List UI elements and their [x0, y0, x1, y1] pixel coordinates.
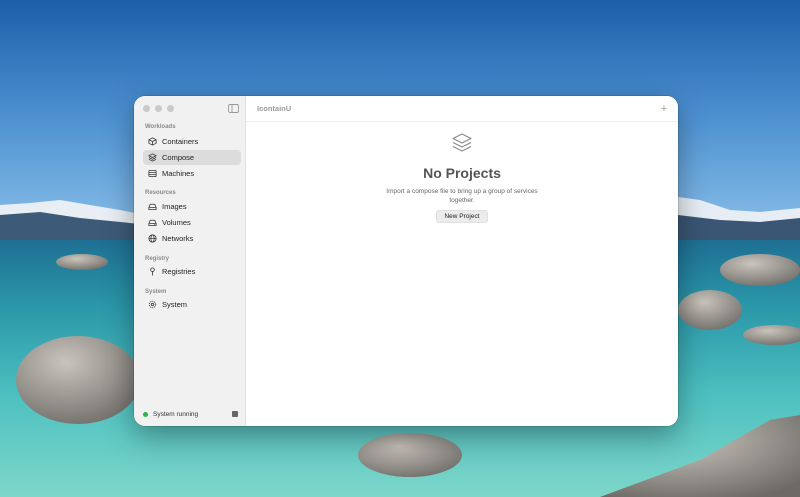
sidebar-item-images[interactable]: Images	[143, 199, 241, 214]
sidebar-item-networks[interactable]: Networks	[143, 231, 241, 246]
sidebar-item-label: Machines	[162, 169, 195, 178]
toolbar: IcontainU +	[246, 96, 678, 122]
globe-icon	[148, 234, 157, 243]
sidebar-item-label: System	[162, 300, 188, 309]
app-window: Workloads Containers Compose Machines Re…	[134, 96, 678, 426]
add-project-button[interactable]: +	[657, 102, 671, 116]
section-header-resources: Resources	[145, 190, 176, 196]
zoom-window-button[interactable]	[167, 105, 174, 112]
cube-icon	[148, 137, 157, 146]
sidebar-item-machines[interactable]: Machines	[143, 166, 241, 181]
sidebar: Workloads Containers Compose Machines Re…	[134, 96, 246, 426]
sidebar-toggle-icon[interactable]	[228, 104, 239, 113]
sidebar-item-compose[interactable]: Compose	[143, 150, 241, 165]
sidebar-item-label: Containers	[162, 137, 199, 146]
status-indicator-dot	[143, 411, 148, 417]
sidebar-item-system[interactable]: System	[143, 297, 241, 312]
section-header-registry: Registry	[145, 256, 170, 262]
volume-icon	[148, 218, 157, 227]
sidebar-item-label: Images	[162, 202, 187, 211]
empty-state-title: No Projects	[423, 165, 501, 181]
pin-icon	[148, 267, 157, 276]
server-icon	[148, 169, 157, 178]
plus-icon: +	[660, 102, 668, 115]
sidebar-item-registries[interactable]: Registries	[143, 264, 241, 279]
empty-state-description: Import a compose file to bring up a grou…	[386, 188, 538, 205]
sidebar-item-label: Networks	[162, 234, 194, 243]
drive-icon	[148, 202, 157, 211]
system-status: System running	[143, 408, 240, 420]
minimize-window-button[interactable]	[155, 105, 162, 112]
new-project-button[interactable]: New Project	[436, 210, 488, 224]
status-label: System running	[153, 410, 199, 418]
sidebar-item-containers[interactable]: Containers	[143, 134, 241, 149]
layers-icon	[452, 133, 472, 152]
section-header-workloads: Workloads	[145, 124, 176, 130]
empty-state: No Projects Import a compose file to bri…	[246, 132, 678, 224]
main-content: IcontainU + No Projects Import a compose…	[246, 96, 678, 426]
sidebar-item-label: Registries	[162, 267, 196, 276]
sidebar-item-label: Volumes	[162, 218, 191, 227]
sidebar-item-volumes[interactable]: Volumes	[143, 215, 241, 230]
section-header-system: System	[145, 289, 167, 295]
close-window-button[interactable]	[143, 105, 150, 112]
stop-system-button[interactable]	[232, 411, 238, 417]
app-title: IcontainU	[257, 104, 292, 113]
stack-icon	[148, 153, 157, 162]
sidebar-item-label: Compose	[162, 153, 195, 162]
window-controls	[143, 105, 174, 112]
gear-icon	[148, 300, 157, 309]
